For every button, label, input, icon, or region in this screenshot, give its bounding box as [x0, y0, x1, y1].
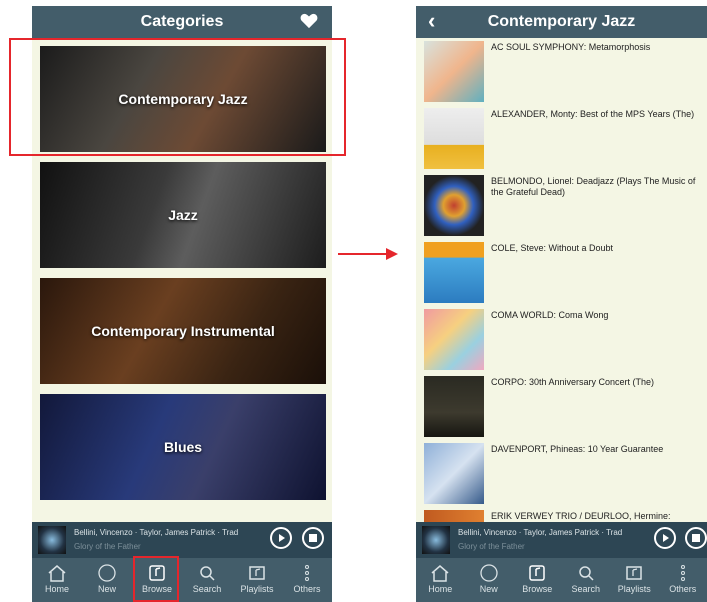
album-title: AC SOUL SYMPHONY: Metamorphosis — [491, 42, 651, 52]
tab-bar: Home New Browse Search Playlists Others — [32, 558, 332, 602]
now-playing-title: Bellini, Vincenzo · Taylor, James Patric… — [458, 528, 623, 537]
play-button[interactable] — [270, 527, 292, 549]
now-playing-bar[interactable]: Bellini, Vincenzo · Taylor, James Patric… — [32, 522, 332, 558]
album-title: BELMONDO, Lionel: Deadjazz (Plays The Mu… — [491, 176, 696, 197]
now-playing-subtitle: Glory of the Father — [74, 542, 141, 551]
highlight-browse-tab — [133, 556, 179, 602]
category-contemporary-instrumental[interactable]: Contemporary Instrumental — [40, 278, 326, 384]
play-icon — [663, 534, 669, 542]
tab-playlists[interactable]: Playlists — [610, 558, 659, 602]
stop-button[interactable] — [685, 527, 707, 549]
new-icon — [98, 564, 116, 582]
stop-button[interactable] — [302, 527, 324, 549]
tab-playlists[interactable]: Playlists — [232, 558, 282, 602]
list-item[interactable]: BELMONDO, Lionel: Deadjazz (Plays The Mu… — [416, 172, 707, 239]
page-title: Categories — [140, 13, 224, 30]
play-button[interactable] — [654, 527, 676, 549]
list-item[interactable]: ERIK VERWEY TRIO / DEURLOO, Hermine: — [416, 507, 707, 522]
highlight-contemporary-jazz — [9, 38, 346, 156]
more-vertical-icon — [305, 565, 309, 581]
album-title: ALEXANDER, Monty: Best of the MPS Years … — [491, 109, 695, 119]
now-playing-art — [38, 526, 66, 554]
tab-home[interactable]: Home — [416, 558, 465, 602]
browse-icon — [529, 565, 545, 581]
tab-search[interactable]: Search — [182, 558, 232, 602]
list-item[interactable]: AC SOUL SYMPHONY: Metamorphosis — [416, 38, 707, 105]
list-item[interactable]: DAVENPORT, Phineas: 10 Year Guarantee — [416, 440, 707, 507]
tab-new[interactable]: New — [465, 558, 514, 602]
play-icon — [279, 534, 285, 542]
heart-icon[interactable] — [300, 13, 318, 29]
page-title: Contemporary Jazz — [487, 13, 636, 30]
home-icon — [431, 565, 449, 582]
tab-others[interactable]: Others — [282, 558, 332, 602]
now-playing-subtitle: Glory of the Father — [458, 542, 525, 551]
tab-new[interactable]: New — [82, 558, 132, 602]
album-title: COMA WORLD: Coma Wong — [491, 310, 609, 320]
album-cover — [424, 108, 484, 169]
stop-icon — [692, 534, 700, 542]
tab-search[interactable]: Search — [562, 558, 611, 602]
playlists-icon — [626, 566, 642, 580]
search-icon — [200, 566, 215, 581]
album-cover — [424, 376, 484, 437]
tab-bar: Home New Browse Search Playlists Others — [416, 558, 707, 602]
tab-browse[interactable]: Browse — [513, 558, 562, 602]
tab-others[interactable]: Others — [659, 558, 707, 602]
album-cover — [424, 309, 484, 370]
album-title: COLE, Steve: Without a Doubt — [491, 243, 614, 253]
category-blues[interactable]: Blues — [40, 394, 326, 500]
list-item[interactable]: CORPO: 30th Anniversary Concert (The) — [416, 373, 707, 440]
album-title: CORPO: 30th Anniversary Concert (The) — [491, 377, 655, 387]
album-title: ERIK VERWEY TRIO / DEURLOO, Hermine: — [491, 511, 671, 521]
category-jazz[interactable]: Jazz — [40, 162, 326, 268]
now-playing-title: Bellini, Vincenzo · Taylor, James Patric… — [74, 528, 239, 537]
playlists-icon — [249, 566, 265, 580]
list-item[interactable]: COLE, Steve: Without a Doubt — [416, 239, 707, 306]
list-item[interactable]: COMA WORLD: Coma Wong — [416, 306, 707, 373]
album-list: AC SOUL SYMPHONY: Metamorphosis ALEXANDE… — [416, 38, 707, 522]
album-title: DAVENPORT, Phineas: 10 Year Guarantee — [491, 444, 664, 454]
home-icon — [48, 565, 66, 582]
album-cover — [424, 510, 484, 522]
stop-icon — [309, 534, 317, 542]
album-cover — [424, 175, 484, 236]
album-cover — [424, 242, 484, 303]
list-item[interactable]: ALEXANDER, Monty: Best of the MPS Years … — [416, 105, 707, 172]
album-list-header: ‹ Contemporary Jazz — [416, 6, 707, 38]
tab-home[interactable]: Home — [32, 558, 82, 602]
now-playing-art — [422, 526, 450, 554]
now-playing-bar[interactable]: Bellini, Vincenzo · Taylor, James Patric… — [416, 522, 707, 558]
back-icon[interactable]: ‹ — [428, 6, 435, 36]
more-vertical-icon — [680, 565, 685, 581]
transition-arrow — [338, 248, 398, 260]
album-cover — [424, 41, 484, 102]
new-icon — [480, 564, 498, 582]
album-list-screen: ‹ Contemporary Jazz AC SOUL SYMPHONY: Me… — [416, 6, 707, 602]
album-cover — [424, 443, 484, 504]
categories-header: Categories — [32, 6, 332, 38]
search-icon — [579, 566, 594, 581]
